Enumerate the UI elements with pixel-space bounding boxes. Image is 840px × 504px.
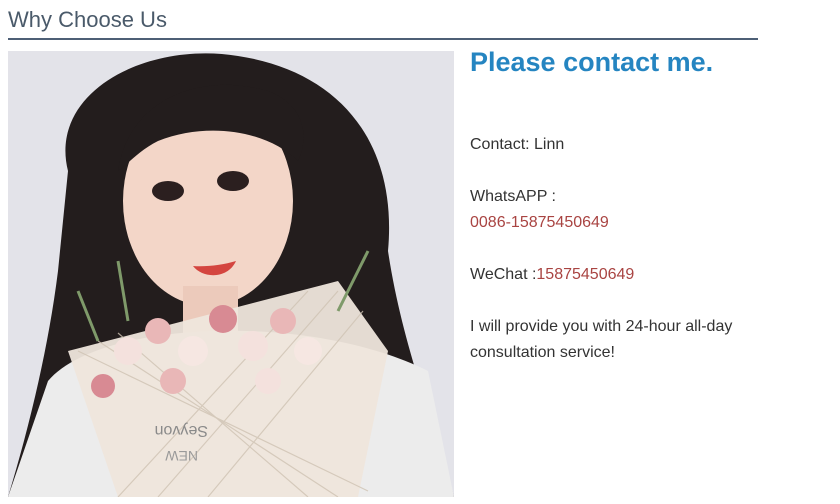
contact-heading: Please contact me. xyxy=(470,47,714,77)
contact-panel: Please contact me. Contact: Linn WhatsAP… xyxy=(470,44,800,366)
contact-name: Contact: Linn xyxy=(470,136,565,153)
title-divider xyxy=(8,38,758,40)
wechat-number[interactable]: 15875450649 xyxy=(536,266,634,283)
portrait-illustration: Seyvon NEW xyxy=(8,51,454,497)
service-text: I will provide you with 24-hour all-day … xyxy=(470,318,733,361)
portrait-photo: Seyvon NEW xyxy=(8,51,454,497)
wechat-line: WeChat :15875450649 xyxy=(470,262,800,288)
section-title: Why Choose Us xyxy=(8,7,167,32)
carton-text-1: Seyvon xyxy=(155,422,208,439)
wechat-label: WeChat : xyxy=(470,266,537,283)
whatsapp-label: WhatsAPP : xyxy=(470,188,556,205)
whatsapp-number[interactable]: 0086-15875450649 xyxy=(470,210,800,236)
carton-text-2: NEW xyxy=(165,448,198,464)
